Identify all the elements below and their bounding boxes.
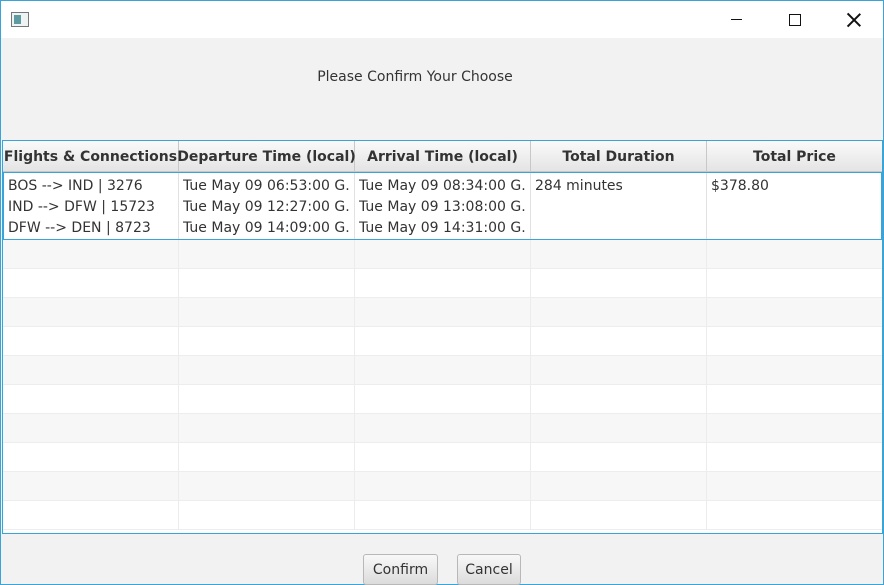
table-body: BOS --> IND | 3276 IND --> DFW | 15723 D…: [3, 172, 882, 530]
empty-table-row: [3, 443, 882, 472]
empty-cell: [179, 269, 355, 298]
column-header-duration[interactable]: Total Duration: [531, 141, 707, 172]
arrival-time: Tue May 09 13:08:00 G...: [359, 199, 526, 215]
empty-cell: [3, 385, 179, 414]
empty-cell: [355, 414, 531, 443]
close-button[interactable]: [831, 1, 877, 38]
table-row[interactable]: BOS --> IND | 3276 IND --> DFW | 15723 D…: [3, 172, 882, 240]
arrival-time: Tue May 09 14:31:00 G...: [359, 220, 526, 236]
column-header-price[interactable]: Total Price: [707, 141, 882, 172]
empty-table-row: [3, 472, 882, 501]
empty-cell: [355, 443, 531, 472]
total-duration: 284 minutes: [535, 178, 623, 194]
dialog-window: Please Confirm Your Choose Flights & Con…: [0, 0, 884, 585]
empty-cell: [531, 327, 707, 356]
empty-cell: [179, 385, 355, 414]
column-header-departure[interactable]: Departure Time (local): [177, 141, 356, 172]
empty-cell: [707, 501, 882, 530]
flight-leg: BOS --> IND | 3276: [8, 178, 143, 194]
column-header-flights[interactable]: Flights & Connections: [3, 141, 179, 172]
empty-cell: [3, 269, 179, 298]
empty-cell: [355, 240, 531, 269]
empty-cell: [3, 501, 179, 530]
departure-cell: Tue May 09 06:53:00 G... Tue May 09 12:2…: [179, 173, 355, 239]
app-icon: [11, 12, 29, 27]
empty-cell: [531, 472, 707, 501]
empty-cell: [531, 414, 707, 443]
empty-cell: [531, 356, 707, 385]
empty-table-row: [3, 298, 882, 327]
column-header-arrival[interactable]: Arrival Time (local): [355, 141, 531, 172]
flight-leg: IND --> DFW | 15723: [8, 199, 155, 215]
empty-table-row: [3, 269, 882, 298]
empty-cell: [179, 356, 355, 385]
empty-cell: [707, 356, 882, 385]
empty-table-row: [3, 327, 882, 356]
empty-cell: [3, 240, 179, 269]
confirm-heading: Please Confirm Your Choose: [317, 69, 513, 85]
empty-table-row: [3, 356, 882, 385]
empty-cell: [179, 443, 355, 472]
departure-time: Tue May 09 14:09:00 G...: [183, 220, 350, 236]
empty-cell: [531, 385, 707, 414]
flights-cell: BOS --> IND | 3276 IND --> DFW | 15723 D…: [4, 173, 179, 239]
flights-table[interactable]: Flights & Connections Departure Time (lo…: [2, 140, 883, 534]
empty-cell: [3, 443, 179, 472]
confirm-button[interactable]: Confirm: [363, 554, 438, 585]
empty-table-row: [3, 240, 882, 269]
empty-cell: [355, 472, 531, 501]
empty-cell: [3, 298, 179, 327]
flight-leg: DFW --> DEN | 8723: [8, 220, 151, 236]
close-icon: [847, 13, 861, 27]
empty-table-row: [3, 501, 882, 530]
departure-time: Tue May 09 12:27:00 G...: [183, 199, 350, 215]
empty-cell: [355, 327, 531, 356]
empty-cell: [179, 501, 355, 530]
empty-cell: [707, 414, 882, 443]
empty-rows: [3, 240, 882, 530]
empty-cell: [531, 443, 707, 472]
price-cell: $378.80: [707, 173, 881, 239]
empty-cell: [3, 356, 179, 385]
empty-cell: [707, 298, 882, 327]
empty-cell: [707, 385, 882, 414]
empty-cell: [355, 385, 531, 414]
empty-table-row: [3, 414, 882, 443]
empty-cell: [707, 472, 882, 501]
empty-cell: [179, 414, 355, 443]
empty-cell: [531, 501, 707, 530]
departure-time: Tue May 09 06:53:00 G...: [183, 178, 350, 194]
empty-cell: [179, 240, 355, 269]
empty-cell: [707, 327, 882, 356]
arrival-cell: Tue May 09 08:34:00 G... Tue May 09 13:0…: [355, 173, 531, 239]
empty-table-row: [3, 385, 882, 414]
minimize-button[interactable]: [713, 1, 759, 38]
empty-cell: [531, 269, 707, 298]
minimize-icon: [730, 19, 742, 20]
empty-cell: [707, 443, 882, 472]
empty-cell: [355, 501, 531, 530]
empty-cell: [179, 472, 355, 501]
empty-cell: [3, 472, 179, 501]
total-price: $378.80: [711, 178, 769, 194]
empty-cell: [3, 327, 179, 356]
empty-cell: [355, 356, 531, 385]
empty-cell: [531, 298, 707, 327]
title-bar[interactable]: [1, 1, 883, 38]
cancel-button[interactable]: Cancel: [457, 554, 521, 585]
empty-cell: [3, 414, 179, 443]
empty-cell: [707, 269, 882, 298]
empty-cell: [179, 327, 355, 356]
maximize-icon: [789, 13, 801, 26]
empty-cell: [355, 298, 531, 327]
empty-cell: [531, 240, 707, 269]
table-header: Flights & Connections Departure Time (lo…: [3, 141, 882, 172]
duration-cell: 284 minutes: [531, 173, 707, 239]
maximize-button[interactable]: [772, 1, 818, 38]
dialog-footer: Confirm Cancel: [1, 534, 883, 585]
arrival-time: Tue May 09 08:34:00 G...: [359, 178, 526, 194]
empty-cell: [707, 240, 882, 269]
empty-cell: [179, 298, 355, 327]
empty-cell: [355, 269, 531, 298]
